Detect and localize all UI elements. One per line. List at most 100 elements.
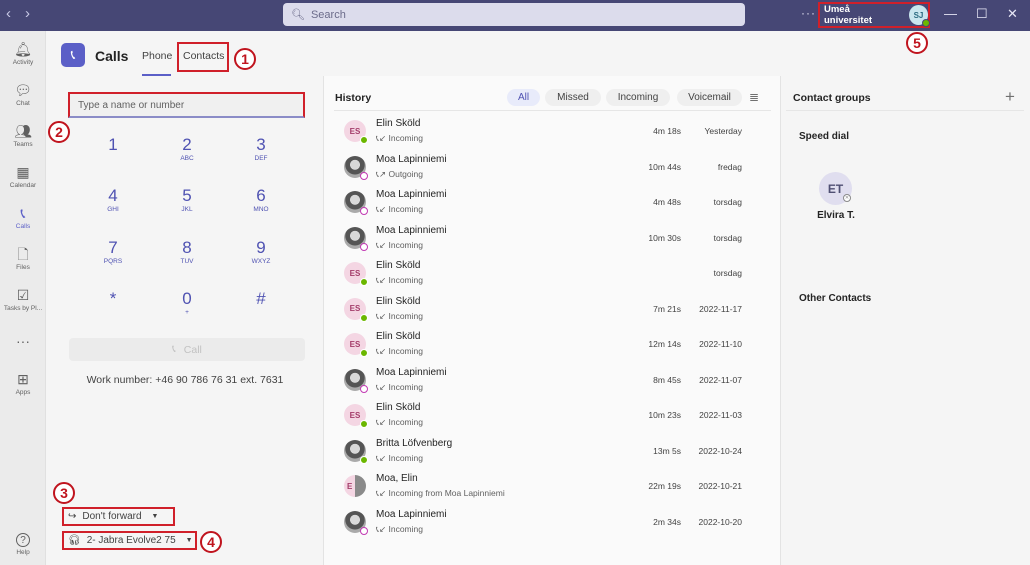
- history-row[interactable]: Moa Lapinniemi 📞︎↙ Incoming 10m 30s torsdag: [324, 220, 780, 255]
- history-row[interactable]: Moa Lapinniemi 📞︎↙ Incoming 8m 45s 2022-11-…: [324, 362, 780, 397]
- call-direction-icon: 📞︎↙: [376, 417, 387, 427]
- caret-down-icon: ▼: [185, 537, 193, 544]
- contact-groups-title: Contact groups: [793, 92, 871, 104]
- rail-item-teams[interactable]: 👥︎ Teams: [0, 123, 46, 148]
- close-button[interactable]: ✕: [1007, 6, 1018, 22]
- history-row[interactable]: ES Elin Sköld 📞︎↙ Incoming 10m 23s 2022-11-0…: [324, 397, 780, 432]
- presence-icon: [360, 349, 368, 357]
- dial-key-2[interactable]: 2 ABC: [162, 136, 212, 164]
- filter-incoming[interactable]: Incoming: [606, 89, 670, 106]
- more-options-icon[interactable]: ···: [801, 6, 816, 20]
- filter-all[interactable]: All: [507, 89, 540, 106]
- call-type: 📞︎↙ Incoming: [376, 346, 423, 356]
- call-direction-icon: 📞︎↙: [376, 310, 387, 321]
- rail-item-calendar[interactable]: ▦ Calendar: [0, 164, 46, 189]
- rail-item-files[interactable]: 🗋 Files: [0, 246, 46, 271]
- dial-key-1[interactable]: 1: [88, 136, 138, 154]
- rail-item-tasks[interactable]: ☑ Tasks by Pl...: [0, 287, 46, 312]
- audio-device-dropdown[interactable]: 🎧︎ 2- Jabra Evolve2 75 ▼: [62, 531, 197, 550]
- call-direction-icon: 📞︎↙: [376, 239, 387, 250]
- call-date: 2022-10-20: [698, 516, 742, 527]
- rail-item-more[interactable]: ···: [0, 333, 46, 349]
- filter-missed[interactable]: Missed: [545, 89, 601, 106]
- other-contacts-label[interactable]: Other Contacts: [799, 293, 871, 304]
- dial-key-0[interactable]: 0 +: [162, 290, 212, 318]
- dial-key-6[interactable]: 6 MNO: [236, 187, 286, 215]
- call-direction-icon: 📞︎↙: [376, 452, 387, 463]
- history-row[interactable]: Moa Lapinniemi 📞︎↗ Outgoing 10m 44s fredag: [324, 149, 780, 184]
- speed-dial-name[interactable]: Elvira T.: [807, 210, 865, 221]
- presence-icon: [360, 136, 368, 144]
- history-row[interactable]: ES Elin Sköld 📞︎↙ Incoming 4m 18s Yesterday: [324, 113, 780, 148]
- dial-key-4[interactable]: 4 GHI: [88, 187, 138, 215]
- call-button[interactable]: 📞︎ Call: [69, 338, 305, 361]
- call-duration: 10m 23s: [648, 410, 681, 420]
- call-type: 📞︎↙ Incoming: [376, 381, 423, 392]
- history-row[interactable]: ES Elin Sköld 📞︎↙ Incoming torsdag: [324, 255, 780, 290]
- history-row[interactable]: ES Elin Sköld 📞︎↙ Incoming 7m 21s 2022-11-17: [324, 291, 780, 326]
- dial-key-3[interactable]: 3 DEF: [236, 136, 286, 164]
- call-type: 📞︎↙ Incoming: [376, 452, 423, 463]
- history-row[interactable]: Moa Lapinniemi 📞︎↙ Incoming 2m 34s 2022-10-…: [324, 504, 780, 539]
- call-type: 📞︎↗ Outgoing: [376, 168, 423, 179]
- call-direction-icon: 📞︎↙: [376, 133, 387, 143]
- avatar[interactable]: E: [344, 475, 366, 497]
- call-type: 📞︎↙ Incoming: [376, 417, 423, 427]
- chevron-right-icon[interactable]: ›: [25, 5, 30, 22]
- tab-phone[interactable]: Phone: [142, 50, 172, 62]
- call-forward-dropdown[interactable]: ↪ Don't forward ▼: [62, 507, 175, 526]
- contact-name: Moa Lapinniemi: [376, 189, 447, 200]
- chevron-left-icon[interactable]: ‹: [6, 5, 11, 22]
- contact-name: Elin Sköld: [376, 331, 421, 342]
- filter-voicemail[interactable]: Voicemail: [677, 89, 742, 106]
- history-row[interactable]: E Moa, Elin 📞︎↙ Incoming from Moa Lapinnie…: [324, 468, 780, 503]
- account-switcher[interactable]: Umeå universitet SJ: [818, 2, 930, 28]
- rail-item-chat[interactable]: 💬︎ Chat: [0, 82, 46, 107]
- call-direction-icon: 📞︎↙: [376, 488, 387, 498]
- call-duration: 12m 14s: [648, 339, 681, 349]
- presence-icon: [360, 313, 368, 322]
- contact-name: Moa Lapinniemi: [376, 508, 447, 520]
- filter-icon[interactable]: ≣: [749, 90, 759, 104]
- dial-key-hash[interactable]: #: [236, 290, 286, 308]
- dial-key-5[interactable]: 5 JKL: [162, 187, 212, 215]
- rail-item-apps[interactable]: ⊞ Apps: [0, 371, 46, 396]
- tab-contacts[interactable]: Contacts: [183, 50, 224, 62]
- teams-icon: 👥︎: [14, 123, 32, 139]
- call-date: 2022-11-07: [699, 374, 742, 385]
- annotation-badge-5: 5: [906, 32, 928, 54]
- call-history-panel: History All Missed Incoming Voicemail ≣ …: [324, 76, 780, 565]
- avatar[interactable]: SJ: [908, 5, 930, 27]
- history-row[interactable]: Moa Lapinniemi 📞︎↙ Incoming 4m 48s torsdag: [324, 184, 780, 219]
- rail-item-calls[interactable]: 📞︎ Calls: [0, 205, 46, 230]
- annotation-badge-2: 2: [48, 121, 70, 143]
- call-date: 2022-11-10: [699, 339, 742, 349]
- dial-number-input[interactable]: Type a name or number: [68, 92, 305, 118]
- dial-key-star[interactable]: *: [88, 290, 138, 308]
- dial-key-8[interactable]: 8 TUV: [162, 239, 212, 267]
- dial-key-7[interactable]: 7 PQRS: [88, 239, 138, 267]
- call-duration: 10m 30s: [648, 232, 681, 243]
- call-duration: 13m 5s: [653, 445, 681, 456]
- search-icon: 🔍︎: [291, 9, 305, 21]
- more-icon: ···: [16, 333, 30, 349]
- history-row[interactable]: ES Elin Sköld 📞︎↙ Incoming 12m 14s 2022-11-1…: [324, 326, 780, 361]
- presence-offline-icon: ✕: [843, 194, 851, 202]
- bell-icon: 🔔︎: [14, 41, 32, 57]
- presence-icon: [360, 384, 368, 393]
- rail-item-activity[interactable]: 🔔︎ Activity: [0, 41, 46, 66]
- call-type: 📞︎↙ Incoming: [376, 523, 423, 534]
- minimize-button[interactable]: —: [944, 6, 957, 21]
- rail-item-help[interactable]: ? Help: [0, 533, 46, 556]
- history-row[interactable]: Britta Löfvenberg 📞︎↙ Incoming 13m 5s 2022-…: [324, 433, 780, 468]
- apps-icon: ⊞: [17, 371, 29, 387]
- maximize-button[interactable]: ☐: [976, 6, 988, 22]
- add-icon[interactable]: +: [1005, 87, 1015, 107]
- search-input[interactable]: 🔍︎ Search: [283, 3, 745, 26]
- work-number: Work number: +46 90 786 76 31 ext. 7631: [86, 374, 284, 386]
- divider: [334, 110, 771, 111]
- contact-name: Moa Lapinniemi: [376, 224, 447, 236]
- call-date: fredag: [717, 161, 742, 172]
- dial-key-9[interactable]: 9 WXYZ: [236, 239, 286, 267]
- call-date: torsdag: [713, 232, 742, 243]
